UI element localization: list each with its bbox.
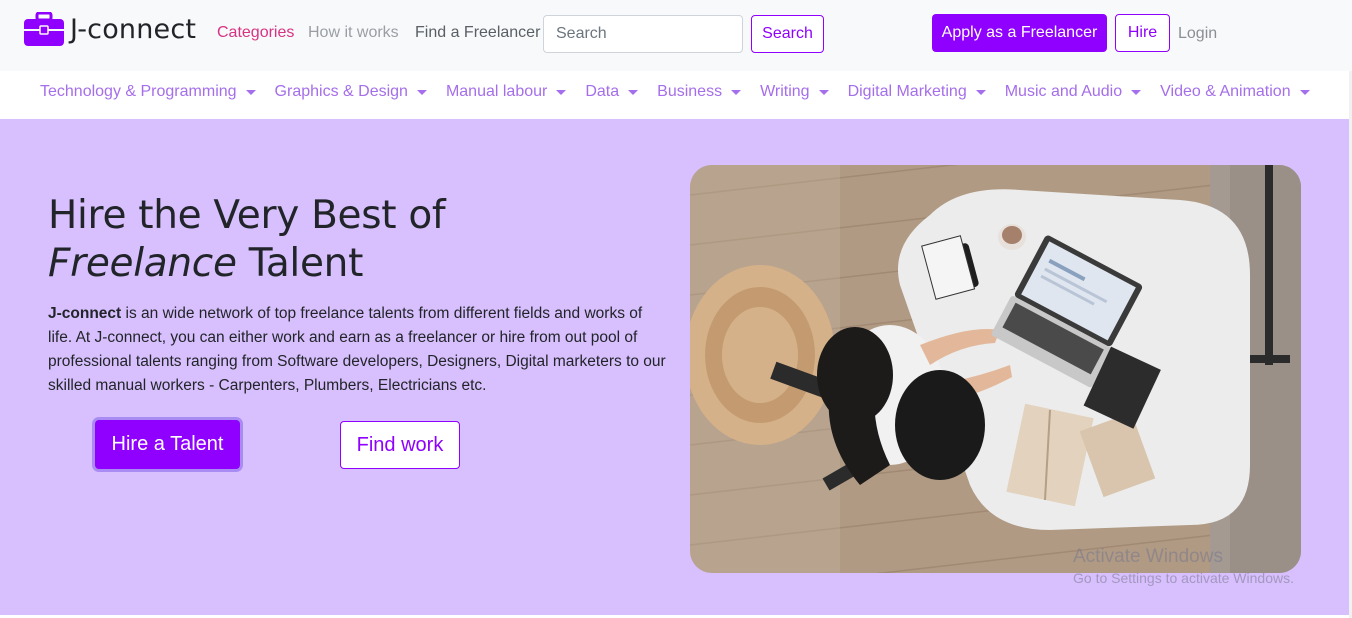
category-writing[interactable]: Writing: [760, 83, 829, 101]
search-button[interactable]: Search: [751, 15, 824, 53]
category-label: Business: [657, 83, 723, 100]
category-label: Video & Animation: [1160, 83, 1291, 100]
hero-title-rest: Talent: [236, 241, 364, 286]
category-label: Writing: [760, 83, 810, 100]
category-list: Technology & Programming Graphics & Desi…: [40, 83, 1329, 101]
brand-name: J-connect: [70, 13, 197, 45]
category-label: Technology & Programming: [40, 83, 237, 100]
caret-down-icon: [416, 89, 427, 95]
caret-down-icon: [556, 89, 567, 95]
category-technology-programming[interactable]: Technology & Programming: [40, 83, 256, 101]
category-graphics-design[interactable]: Graphics & Design: [275, 83, 427, 101]
hero-description-text: is an wide network of top freelance tale…: [48, 305, 666, 394]
nav-categories-link[interactable]: Categories: [217, 24, 294, 42]
hire-button[interactable]: Hire: [1115, 14, 1170, 52]
category-manual-labour[interactable]: Manual labour: [445, 83, 567, 101]
category-video-animation[interactable]: Video & Animation: [1160, 83, 1310, 101]
apply-freelancer-button[interactable]: Apply as a Freelancer: [932, 14, 1107, 52]
caret-down-icon: [731, 89, 742, 95]
briefcase-icon: [24, 11, 64, 46]
category-label: Digital Marketing: [847, 83, 967, 100]
hero-photo-woman-laptop: [690, 165, 1301, 573]
caret-down-icon: [1299, 89, 1310, 95]
nav-find-freelancer-link[interactable]: Find a Freelancer: [415, 24, 540, 42]
caret-down-icon: [245, 89, 256, 95]
caret-down-icon: [628, 89, 639, 95]
hero-description-brand: J-connect: [48, 305, 122, 322]
nav-how-it-works-link[interactable]: How it works: [308, 24, 399, 42]
category-label: Data: [585, 83, 620, 100]
hero-title-line1: Hire the Very Best of: [48, 193, 446, 238]
caret-down-icon: [818, 89, 829, 95]
brand-logo[interactable]: J-connect: [24, 11, 197, 46]
category-label: Music and Audio: [1004, 83, 1123, 100]
login-link[interactable]: Login: [1178, 25, 1217, 43]
category-bar: Technology & Programming Graphics & Desi…: [0, 71, 1352, 119]
hero-title-emphasis: Freelance: [48, 241, 237, 286]
hero-title: Hire the Very Best of Freelance Talent: [48, 192, 446, 288]
category-data[interactable]: Data: [585, 83, 639, 101]
caret-down-icon: [1131, 89, 1142, 95]
hero-section: Hire the Very Best of Freelance Talent J…: [0, 119, 1349, 615]
hire-talent-button[interactable]: Hire a Talent: [95, 420, 240, 469]
top-navbar: J-connect Categories How it works Find a…: [0, 0, 1352, 71]
category-business[interactable]: Business: [657, 83, 742, 101]
activate-windows-watermark: Activate Windows Go to Settings to activ…: [1073, 546, 1294, 586]
caret-down-icon: [975, 89, 986, 95]
find-work-button[interactable]: Find work: [340, 421, 460, 469]
category-digital-marketing[interactable]: Digital Marketing: [848, 83, 986, 101]
watermark-title: Activate Windows: [1073, 546, 1223, 567]
category-music-audio[interactable]: Music and Audio: [1004, 83, 1142, 101]
hero-description: J-connect is an wide network of top free…: [48, 302, 668, 398]
category-label: Graphics & Design: [274, 83, 408, 100]
category-label: Manual labour: [445, 83, 548, 100]
hero-title-line2: Freelance Talent: [48, 240, 445, 288]
watermark-subtitle: Go to Settings to activate Windows.: [1073, 570, 1294, 586]
search-input[interactable]: [543, 15, 743, 53]
